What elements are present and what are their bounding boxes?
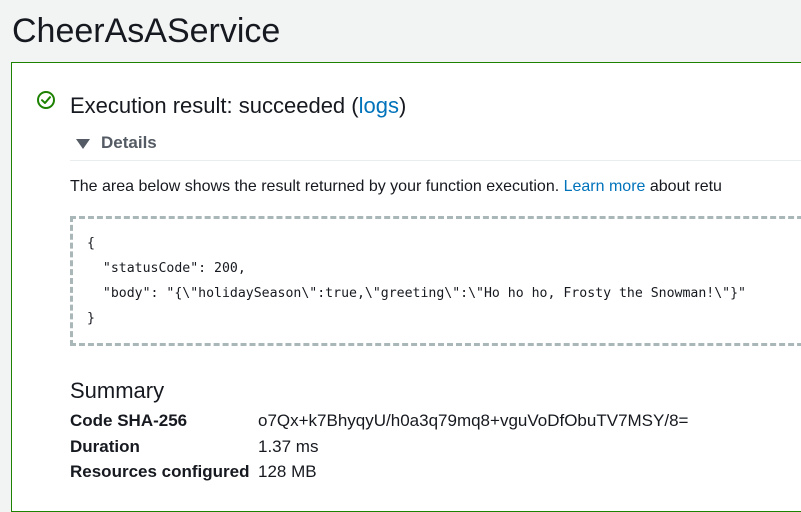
learn-more-link[interactable]: Learn more [564,178,646,195]
summary-key: Duration [70,437,140,456]
details-toggle[interactable]: Details [76,131,157,155]
description-text: The area below shows the result returned… [70,178,564,195]
summary-value: 128 MB [258,462,317,481]
summary-title: Summary [70,378,165,403]
code-line: } [87,311,95,326]
code-line: "statusCode": 200, [87,261,246,276]
details-divider [70,160,801,161]
result-code-block[interactable]: { "statusCode": 200, "body": "{\"holiday… [70,216,801,346]
code-line: "body": "{\"holidaySeason\":true,\"greet… [87,286,746,301]
code-line: { [87,236,95,251]
check-circle-icon [37,91,55,109]
description-text-tail: about retu [645,178,722,195]
summary-key: Resources configured [70,462,250,481]
summary-value: o7Qx+k7BhyqyU/h0a3q79mq8+vguVoDfObuTV7MS… [258,411,689,430]
result-heading-text: Execution result: succeeded ( [70,93,359,118]
page-title: CheerAsAService [12,12,281,50]
logs-link[interactable]: logs [359,93,399,118]
caret-down-icon [76,139,90,149]
summary-value: 1.37 ms [258,437,319,456]
summary-key: Code SHA-256 [70,411,188,430]
details-toggle-label: Details [101,133,157,152]
result-description: The area below shows the result returned… [70,175,722,199]
result-heading-suffix: ) [398,93,407,118]
execution-result-heading: Execution result: succeeded (logs) [70,91,406,121]
